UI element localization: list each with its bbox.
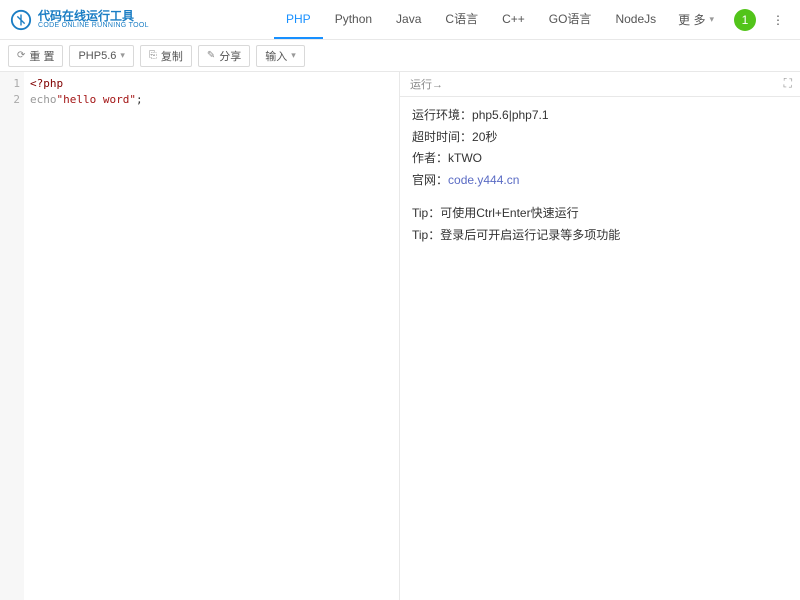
- env-label: 运行环境：: [412, 108, 472, 122]
- code-editor[interactable]: <?php echo"hello word";: [24, 72, 399, 600]
- logo-title-cn: 代码在线运行工具: [38, 10, 149, 22]
- tip-line: Tip：可使用Ctrl+Enter快速运行: [412, 203, 788, 225]
- main-split: 1 2 <?php echo"hello word"; 运行→ ⛶ 运行环境：p…: [0, 72, 800, 600]
- code-keyword: echo: [30, 93, 57, 106]
- input-label: 输入: [265, 48, 287, 64]
- more-dropdown[interactable]: 更 多 ▾: [668, 11, 724, 28]
- timeout-label: 超时时间：: [412, 130, 472, 144]
- tab-cpp[interactable]: C++: [490, 0, 537, 39]
- tips: Tip：可使用Ctrl+Enter快速运行 Tip：登录后可开启运行记录等多项功…: [412, 203, 788, 246]
- avatar[interactable]: 1: [734, 9, 756, 31]
- tab-nodejs[interactable]: NodeJs: [603, 0, 668, 39]
- reset-button[interactable]: ⟳ 重 置: [8, 45, 63, 67]
- editor-toolbar: ⟳ 重 置 PHP5.6 ▾ ⎘ 复制 ✎ 分享 输入 ▾: [0, 40, 800, 72]
- copy-button[interactable]: ⎘ 复制: [140, 45, 192, 67]
- logo-title-en: CODE ONLINE RUNNING TOOL: [38, 22, 149, 29]
- logo-icon: [10, 9, 32, 31]
- share-label: 分享: [219, 48, 241, 64]
- site-link[interactable]: code.y444.cn: [448, 173, 519, 187]
- copy-icon: ⎘: [149, 50, 157, 61]
- expand-icon[interactable]: ⛶: [784, 76, 792, 91]
- language-tabs: PHP Python Java C语言 C++ GO语言 NodeJs: [274, 0, 668, 39]
- tab-go[interactable]: GO语言: [537, 0, 604, 39]
- version-label: PHP5.6: [78, 50, 116, 62]
- author-value: kTWO: [448, 151, 482, 165]
- env-info: 运行环境：php5.6|php7.1 超时时间：20秒 作者：kTWO 官网：c…: [412, 105, 788, 191]
- input-dropdown[interactable]: 输入 ▾: [256, 45, 305, 67]
- env-value: php5.6|php7.1: [472, 108, 549, 122]
- tab-php[interactable]: PHP: [274, 0, 323, 39]
- line-gutter: 1 2: [0, 72, 24, 600]
- tip-line: Tip：登录后可开启运行记录等多项功能: [412, 225, 788, 247]
- more-label: 更 多: [678, 11, 705, 28]
- output-header: 运行→ ⛶: [400, 72, 800, 97]
- tab-java[interactable]: Java: [384, 0, 433, 39]
- version-select[interactable]: PHP5.6 ▾: [69, 45, 133, 67]
- refresh-icon: ⟳: [17, 50, 25, 61]
- app-header: 代码在线运行工具 CODE ONLINE RUNNING TOOL PHP Py…: [0, 0, 800, 40]
- timeout-value: 20秒: [472, 130, 497, 144]
- tab-c[interactable]: C语言: [433, 0, 490, 39]
- share-button[interactable]: ✎ 分享: [198, 45, 250, 67]
- logo[interactable]: 代码在线运行工具 CODE ONLINE RUNNING TOOL: [10, 9, 149, 31]
- site-label: 官网：: [412, 173, 448, 187]
- code-line: <?php: [30, 77, 63, 90]
- chevron-down-icon: ▾: [709, 14, 714, 25]
- author-label: 作者：: [412, 151, 448, 165]
- output-body: 运行环境：php5.6|php7.1 超时时间：20秒 作者：kTWO 官网：c…: [400, 97, 800, 600]
- kebab-menu-icon[interactable]: ⋮: [766, 13, 790, 27]
- reset-label: 重 置: [29, 48, 54, 64]
- chevron-down-icon: ▾: [291, 50, 296, 61]
- line-number: 1: [0, 76, 20, 92]
- run-button[interactable]: 运行→: [410, 76, 443, 92]
- code-tail: ;: [136, 93, 143, 106]
- output-pane: 运行→ ⛶ 运行环境：php5.6|php7.1 超时时间：20秒 作者：kTW…: [400, 72, 800, 600]
- chevron-down-icon: ▾: [120, 50, 125, 61]
- share-icon: ✎: [207, 50, 215, 61]
- line-number: 2: [0, 92, 20, 108]
- editor-pane: 1 2 <?php echo"hello word";: [0, 72, 400, 600]
- copy-label: 复制: [161, 48, 183, 64]
- code-string: "hello word": [57, 93, 136, 106]
- tab-python[interactable]: Python: [323, 0, 384, 39]
